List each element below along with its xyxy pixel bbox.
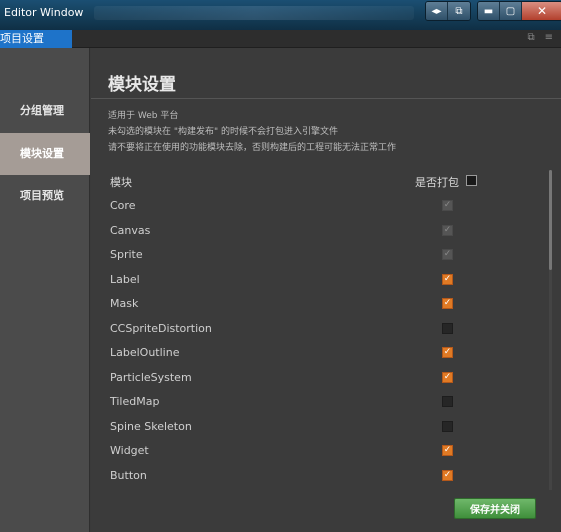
module-name: Label: [110, 273, 140, 286]
module-name: Mask: [110, 297, 139, 310]
desc-line-1: 适用于 Web 平台: [108, 111, 179, 121]
tab-project-settings[interactable]: 项目设置: [0, 30, 72, 48]
module-name: Spine Skeleton: [110, 420, 192, 433]
module-name: ParticleSystem: [110, 371, 192, 384]
main-panel: 模块设置 适用于 Web 平台 未勾选的模块在 "构建发布" 的时候不会打包进入…: [91, 48, 561, 532]
column-header-module: 模块: [110, 176, 132, 189]
module-name: Core: [110, 199, 136, 212]
module-pack-checkbox[interactable]: ✓: [442, 372, 453, 383]
window-button-group-1: ◂▸ ⧉: [425, 1, 471, 21]
module-pack-checkbox[interactable]: ✓: [442, 470, 453, 481]
module-name: LabelOutline: [110, 346, 180, 359]
module-pack-checkbox[interactable]: ✓: [442, 274, 453, 285]
module-name: Widget: [110, 444, 149, 457]
module-name: Button: [110, 469, 147, 482]
sidebar-item-module-settings[interactable]: 模块设置: [0, 133, 90, 175]
desc-line-2: 未勾选的模块在 "构建发布" 的时候不会打包进入引擎文件: [108, 127, 339, 137]
scrollbar-thumb[interactable]: [549, 170, 552, 270]
module-pack-checkbox[interactable]: ✓: [442, 445, 453, 456]
restore-icon[interactable]: ⧉: [527, 32, 534, 43]
menu-icon[interactable]: ≡: [545, 32, 553, 43]
page-title: 模块设置: [108, 75, 176, 95]
divider: [91, 98, 561, 99]
module-pack-checkbox[interactable]: ✓: [442, 347, 453, 358]
module-name: Sprite: [110, 248, 143, 261]
tab-icons: ⧉ ≡: [527, 32, 553, 43]
module-pack-checkbox: ✓: [442, 225, 453, 236]
sidebar: 分组管理 模块设置 项目预览: [0, 48, 90, 532]
module-name: TiledMap: [110, 395, 160, 408]
module-pack-checkbox: ✓: [442, 249, 453, 260]
close-button[interactable]: ✕: [522, 2, 561, 20]
module-pack-checkbox[interactable]: [442, 421, 453, 432]
maximize-button[interactable]: ▢: [500, 2, 522, 20]
sidebar-item-group-management[interactable]: 分组管理: [0, 90, 90, 132]
module-pack-checkbox: ✓: [442, 200, 453, 211]
column-header-pack: 是否打包: [415, 176, 459, 189]
module-pack-checkbox[interactable]: ✓: [442, 298, 453, 309]
module-name: Canvas: [110, 224, 151, 237]
module-pack-checkbox[interactable]: [442, 323, 453, 334]
snap-window-button[interactable]: ⧉: [448, 2, 470, 20]
module-pack-checkbox[interactable]: [442, 396, 453, 407]
nav-arrows-button[interactable]: ◂▸: [426, 2, 448, 20]
minimize-button[interactable]: ▬: [478, 2, 500, 20]
select-all-checkbox[interactable]: [466, 175, 477, 186]
window-button-group-2: ▬ ▢ ✕: [477, 1, 561, 21]
tab-strip: 项目设置 ⧉ ≡: [0, 30, 561, 48]
sidebar-item-project-preview[interactable]: 项目预览: [0, 175, 90, 217]
save-and-close-button[interactable]: 保存并关闭: [454, 498, 536, 519]
window-title: Editor Window: [4, 6, 84, 19]
module-name: CCSpriteDistortion: [110, 322, 212, 335]
title-bar: Editor Window ◂▸ ⧉ ▬ ▢ ✕: [0, 0, 561, 30]
desc-line-3: 请不要将正在使用的功能模块去除，否则构建后的工程可能无法正常工作: [108, 143, 397, 153]
title-bar-blurred-area: [94, 6, 414, 20]
